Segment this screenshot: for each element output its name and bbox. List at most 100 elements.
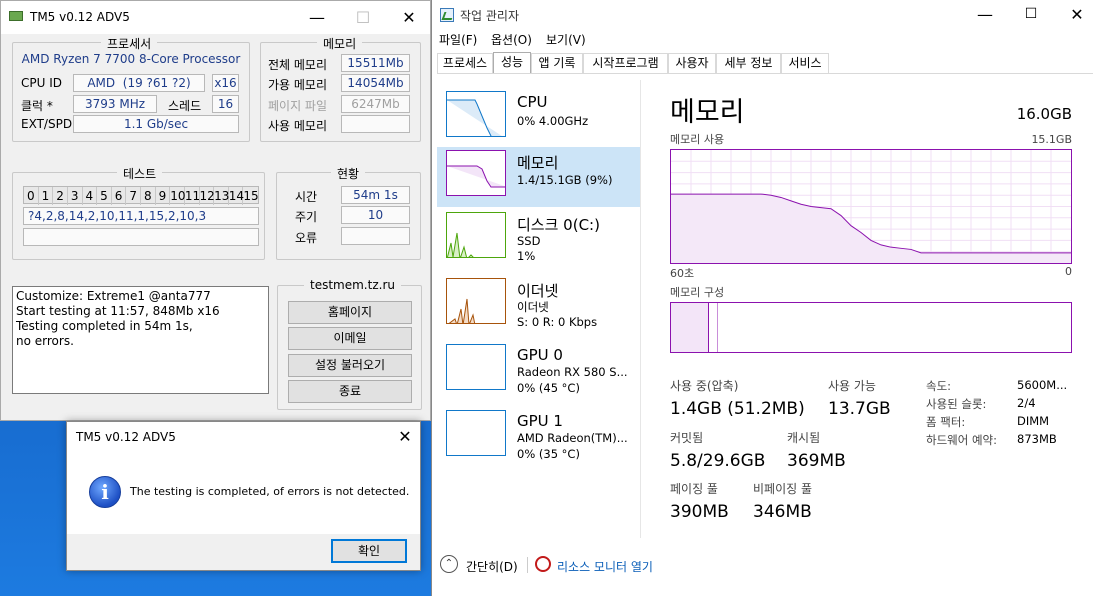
usage-graph-max: 15.1GB bbox=[1031, 133, 1072, 146]
sidebar-memory-name: 메모리 bbox=[517, 154, 559, 172]
dialog-close-icon[interactable]: ✕ bbox=[390, 422, 420, 452]
sidebar-gpu0-usage: 0% (45 °C) bbox=[517, 381, 580, 395]
tm5-title: TM5 v0.12 ADV5 bbox=[30, 10, 130, 24]
tm5-window: TM5 v0.12 ADV5 — ☐ ✕ 프로세서 AMD Ryzen 7 77… bbox=[0, 0, 431, 421]
bottom-divider bbox=[527, 557, 528, 573]
speed-label: 속도: bbox=[926, 379, 952, 393]
sidebar-disk-usage: 1% bbox=[517, 249, 536, 263]
sidebar-memory-detail: 1.4/15.1GB (9%) bbox=[517, 173, 613, 187]
paged-pool-label: 페이징 풀 bbox=[670, 482, 718, 496]
bottom-bar: ⌃ 간단히(D) 리소스 모니터 열기 bbox=[432, 546, 1097, 586]
tab-performance[interactable]: 성능 bbox=[493, 52, 531, 74]
graph-x-right-label: 0 bbox=[1065, 265, 1072, 278]
test-cell: 12 bbox=[199, 187, 215, 205]
ok-button[interactable]: 확인 bbox=[331, 539, 407, 563]
sidebar-item-gpu0[interactable]: GPU 0 Radeon RX 580 S... 0% (45 °C) bbox=[437, 341, 640, 401]
open-resource-monitor-link[interactable]: 리소스 모니터 열기 bbox=[557, 558, 653, 575]
tm-minimize-button[interactable]: — bbox=[962, 0, 1008, 31]
ethernet-thumb-graph bbox=[446, 278, 506, 324]
tm5-titlebar[interactable]: TM5 v0.12 ADV5 — ☐ ✕ bbox=[1, 1, 430, 34]
in-use-label: 사용 중(압축) bbox=[670, 379, 739, 393]
slots-label: 사용된 슬롯: bbox=[926, 397, 987, 411]
dialog-titlebar[interactable]: TM5 v0.12 ADV5 ✕ bbox=[67, 422, 420, 452]
memory-chip-icon bbox=[9, 11, 23, 21]
test-cell: 5 bbox=[97, 187, 112, 205]
test-cell: 0 bbox=[24, 187, 39, 205]
menu-options[interactable]: 옵션(O) bbox=[491, 31, 532, 48]
threads-field: 16 bbox=[212, 95, 239, 113]
tab-services[interactable]: 서비스 bbox=[781, 53, 829, 74]
errors-label: 오류 bbox=[295, 231, 318, 245]
chevron-up-icon[interactable]: ⌃ bbox=[440, 555, 458, 573]
time-label: 시간 bbox=[295, 190, 318, 204]
sidebar-cpu-name: CPU bbox=[517, 93, 548, 111]
sidebar-divider bbox=[640, 80, 641, 538]
in-use-value: 1.4GB (51.2MB) bbox=[670, 399, 805, 419]
errors-field bbox=[341, 227, 410, 245]
memory-usage-graph bbox=[670, 149, 1072, 264]
completion-dialog: TM5 v0.12 ADV5 ✕ i The testing is comple… bbox=[66, 421, 421, 571]
sidebar-item-memory[interactable]: 메모리 1.4/15.1GB (9%) bbox=[437, 147, 640, 207]
menu-file[interactable]: 파일(F) bbox=[439, 31, 477, 48]
memory-thumb-svg bbox=[447, 165, 505, 188]
gpu1-thumb-graph bbox=[446, 410, 506, 456]
tab-startup[interactable]: 시작프로그램 bbox=[583, 53, 668, 74]
exit-button[interactable]: 종료 bbox=[288, 380, 412, 403]
status-group-title: 현황 bbox=[331, 165, 366, 182]
test-cell: 1 bbox=[39, 187, 54, 205]
sidebar-cpu-detail: 0% 4.00GHz bbox=[517, 114, 589, 128]
test-log[interactable]: Customize: Extreme1 @anta777 Start testi… bbox=[12, 286, 269, 394]
tab-app-history[interactable]: 앱 기록 bbox=[531, 53, 583, 74]
dialog-body: i The testing is completed, of errors is… bbox=[67, 452, 420, 534]
tm-close-button[interactable]: ✕ bbox=[1054, 0, 1097, 31]
composition-modified bbox=[709, 303, 718, 352]
hw-reserved-label: 하드웨어 예약: bbox=[926, 433, 998, 447]
sidebar-gpu1-name: GPU 1 bbox=[517, 412, 563, 430]
graph-x-left-label: 60초 bbox=[670, 267, 695, 280]
sidebar-item-disk[interactable]: 디스크 0(C:) SSD 1% bbox=[437, 209, 640, 269]
homepage-button[interactable]: 홈페이지 bbox=[288, 301, 412, 324]
sidebar-item-cpu[interactable]: CPU 0% 4.00GHz bbox=[437, 88, 640, 148]
test-cell: 10 bbox=[170, 187, 186, 205]
cpu-name: AMD Ryzen 7 7700 8-Core Processor bbox=[21, 52, 241, 66]
memory-composition-bar bbox=[670, 302, 1072, 353]
tm-maximize-button[interactable]: ☐ bbox=[1008, 0, 1054, 31]
sidebar-item-ethernet[interactable]: 이더넷 이더넷 S: 0 R: 0 Kbps bbox=[437, 275, 640, 335]
log-line: Testing completed in 54m 1s, bbox=[16, 319, 193, 333]
tab-divider bbox=[437, 73, 1093, 74]
email-button[interactable]: 이메일 bbox=[288, 327, 412, 350]
menu-view[interactable]: 보기(V) bbox=[546, 31, 586, 48]
minimize-button[interactable]: — bbox=[294, 1, 340, 34]
sidebar-gpu0-model: Radeon RX 580 S... bbox=[517, 365, 628, 379]
task-manager-window: 작업 관리자 — ☐ ✕ 파일(F) 옵션(O) 보기(V) 프로세스 성능 앱… bbox=[431, 0, 1097, 596]
tab-processes[interactable]: 프로세스 bbox=[437, 53, 493, 74]
nonpaged-pool-value: 346MB bbox=[753, 502, 812, 522]
close-button[interactable]: ✕ bbox=[386, 1, 432, 34]
composition-label: 메모리 구성 bbox=[670, 286, 725, 299]
committed-value: 5.8/29.6GB bbox=[670, 451, 766, 471]
available-label: 사용 가능 bbox=[828, 379, 876, 393]
resource-monitor-icon bbox=[535, 556, 551, 572]
test-cells: 0 1 2 3 4 5 6 7 8 9 10 11 12 13 14 15 bbox=[23, 186, 259, 205]
committed-label: 커밋됨 bbox=[670, 431, 704, 445]
fewer-details-link[interactable]: 간단히(D) bbox=[466, 558, 518, 575]
extspd-label: EXT/SPD bbox=[21, 117, 73, 131]
sidebar-gpu1-usage: 0% (35 °C) bbox=[517, 447, 580, 461]
cycle-field: 10 bbox=[341, 206, 410, 224]
site-link[interactable]: testmem.tz.ru bbox=[304, 278, 401, 292]
tab-details[interactable]: 세부 정보 bbox=[716, 53, 781, 74]
total-memory-field: 15511Mb bbox=[341, 54, 410, 72]
tab-users[interactable]: 사용자 bbox=[668, 53, 716, 74]
load-settings-button[interactable]: 설정 불러오기 bbox=[288, 354, 412, 377]
used-memory-label: 사용 메모리 bbox=[268, 119, 328, 133]
test-cell: 8 bbox=[141, 187, 156, 205]
cpuid-field: AMD (19 ?61 ?2) bbox=[73, 74, 205, 92]
test-cell: 13 bbox=[214, 187, 230, 205]
disk-thumb-svg bbox=[447, 232, 474, 257]
sidebar-gpu0-name: GPU 0 bbox=[517, 346, 563, 364]
test-sequence: ?4,2,8,14,2,10,11,1,15,2,10,3 bbox=[23, 207, 259, 225]
cached-label: 캐시됨 bbox=[787, 431, 821, 445]
sidebar-item-gpu1[interactable]: GPU 1 AMD Radeon(TM)... 0% (35 °C) bbox=[437, 407, 640, 467]
processor-group-title: 프로세서 bbox=[101, 35, 158, 52]
available-value: 13.7GB bbox=[828, 399, 891, 419]
